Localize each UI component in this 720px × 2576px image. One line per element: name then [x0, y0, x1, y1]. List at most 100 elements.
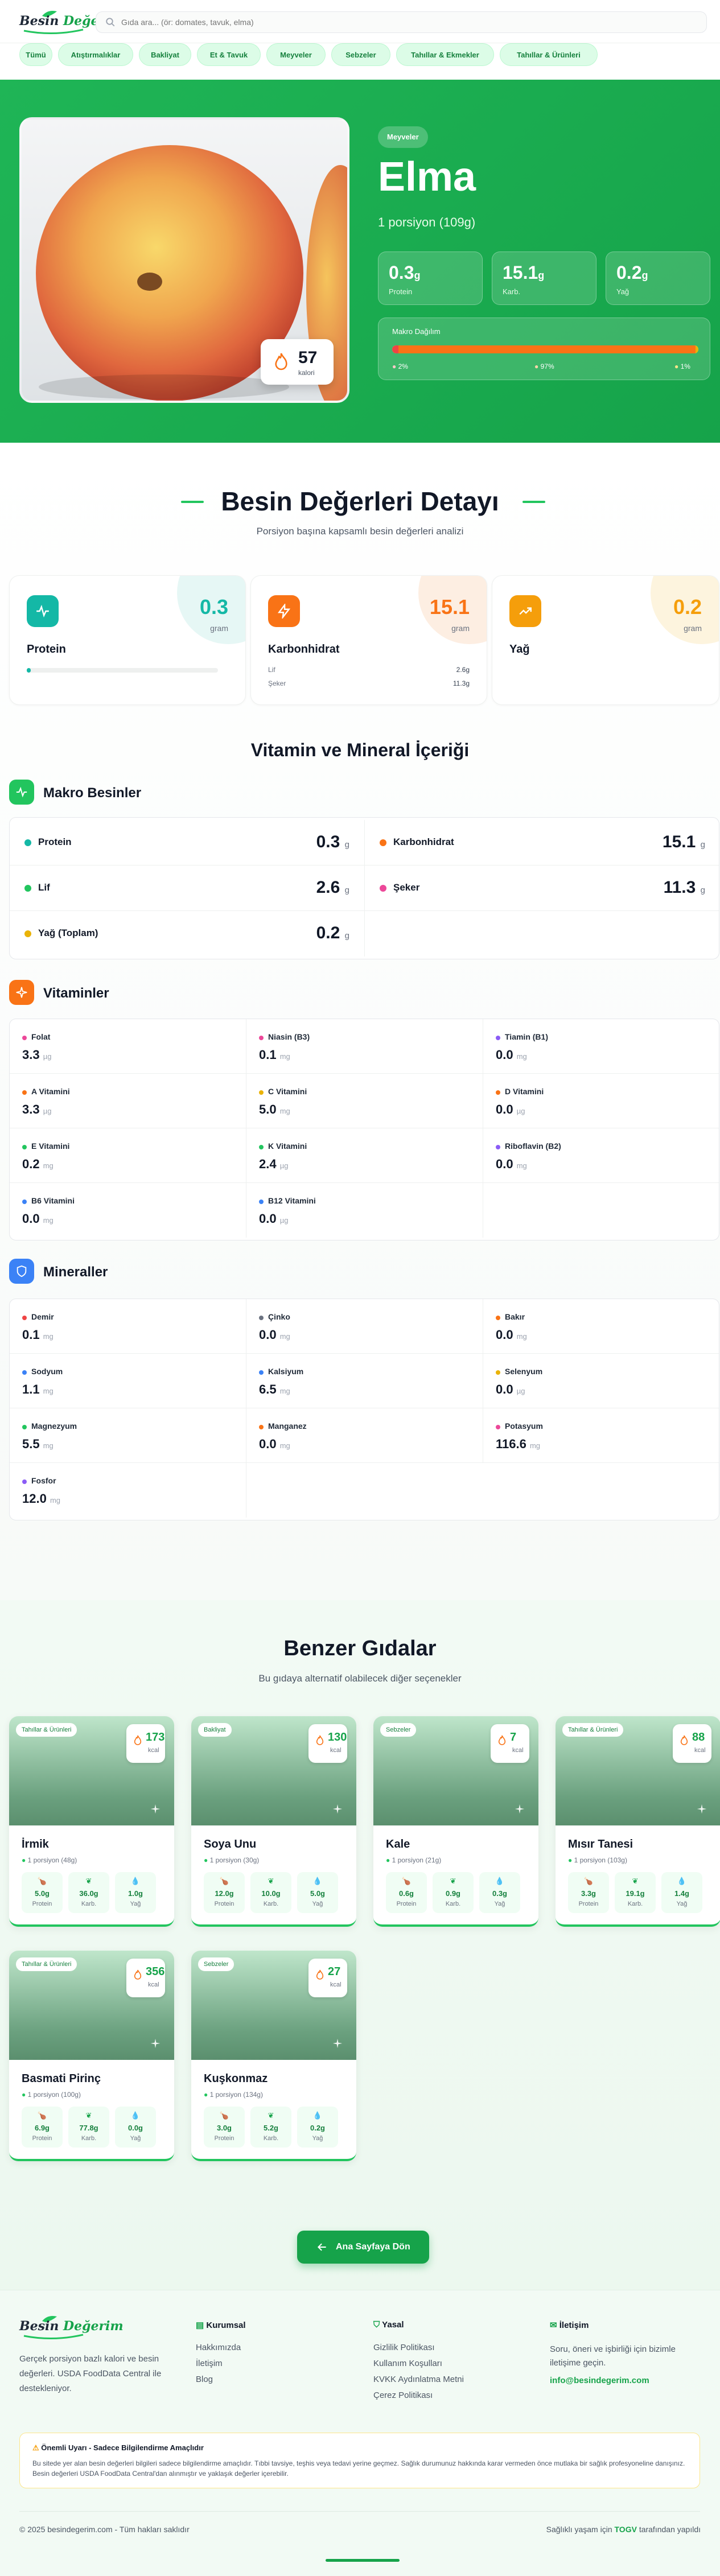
color-dot	[24, 839, 31, 846]
nutrient-card-carb: 15.1 gram Karbonhidrat Lif 2.6g Şeker 11…	[250, 575, 487, 705]
similar-food-card[interactable]: Tahıllar & Ürünleri 173 kcal İrmik ● 1 porsi…	[9, 1716, 174, 1927]
card-unit: gram	[684, 624, 702, 633]
kcal-badge: 130 kcal	[308, 1724, 347, 1763]
search-input[interactable]	[121, 12, 679, 32]
macro-value: 77.8g	[79, 2124, 98, 2132]
card-name: Karbonhidrat	[268, 643, 340, 656]
vitamin-value: 0.0	[259, 1211, 277, 1226]
color-dot	[22, 1479, 27, 1484]
macro-value: 0.6g	[398, 1889, 414, 1898]
food-macro-protein: 🍗 3.0g Protein	[204, 2107, 245, 2148]
macro-value: 5.0g	[310, 1889, 325, 1898]
vitamin-unit: mg	[516, 1161, 527, 1170]
flame-icon	[134, 1969, 142, 1980]
corporate-title: Kurumsal	[206, 2321, 246, 2330]
vitamin-unit: mg	[279, 1107, 290, 1115]
food-macro-protein: 🍗 12.0g Protein	[204, 1872, 245, 1913]
color-dot	[496, 1425, 500, 1429]
similar-food-card[interactable]: Tahıllar & Ürünleri 88 kcal Mısır Tanesi ● 1…	[556, 1716, 720, 1927]
kcal-value: 27	[328, 1965, 341, 1978]
similar-food-card[interactable]: Sebzeler 27 kcal Kuşkonmaz ● 1 porsiyon (134…	[191, 1951, 356, 2161]
dot-icon: ●	[204, 1856, 208, 1864]
vitamin-value: 0.0	[496, 1048, 513, 1062]
similar-food-card[interactable]: Bakliyat 130 kcal Soya Unu ● 1 porsiyon (30g…	[191, 1716, 356, 1927]
search-box[interactable]	[96, 11, 707, 33]
footer-link[interactable]: Çerez Politikası	[373, 2390, 433, 2400]
vitamin-value: 2.4	[259, 1157, 277, 1171]
meat-icon: 🍗	[583, 1877, 594, 1885]
macro-value: 0.3g	[492, 1889, 507, 1898]
top-navbar: Besin Değerim	[0, 0, 720, 43]
portion-text: 1 porsiyon (30g)	[209, 1856, 260, 1864]
category-pill-legumes[interactable]: Bakliyat	[139, 43, 191, 66]
footer-link[interactable]: Hakkımızda	[196, 2343, 241, 2352]
disclaimer-box: ⚠ Önemli Uyarı - Sadece Bilgilendirme Am…	[19, 2433, 700, 2488]
macro-label: Karb.	[627, 1901, 643, 1907]
mineral-name: Fosfor	[31, 1476, 56, 1485]
vitamin-value: 0.0	[22, 1211, 40, 1226]
distribution-carb-percent: ● 97%	[534, 362, 554, 370]
footer-link[interactable]: Blog	[196, 2375, 213, 2384]
food-category-tag: Tahıllar & Ürünleri	[562, 1723, 624, 1737]
color-dot	[259, 1200, 264, 1204]
macro-name: Karbonhidrat	[393, 836, 454, 847]
category-pill-grains-breads[interactable]: Tahıllar & Ekmekler	[396, 43, 494, 66]
mineral-value: 6.5	[259, 1382, 277, 1396]
similar-food-card[interactable]: Sebzeler 7 kcal Kale ● 1 porsiyon (21g) 🍗 0.6g…	[373, 1716, 538, 1927]
macro-value: 0.2g	[310, 2124, 325, 2132]
footer-link[interactable]: Gizlilik Politikası	[373, 2343, 435, 2352]
card-unit: gram	[210, 624, 228, 633]
tagline-b[interactable]: TOGV	[615, 2525, 637, 2534]
vitamin-unit: mg	[279, 1052, 290, 1061]
footer-link[interactable]: KVKK Aydınlatma Metni	[373, 2375, 464, 2384]
portion-text: 1 porsiyon (134g)	[209, 2091, 263, 2099]
macro-label: Protein	[32, 1901, 52, 1907]
sparkle-icon	[697, 1804, 707, 1814]
meat-icon: 🍗	[37, 2111, 47, 2120]
fiber-label: Lif	[268, 666, 275, 674]
card-value: 0.2	[673, 595, 702, 619]
category-pill-snacks[interactable]: Atıştırmalıklar	[58, 43, 133, 66]
vitamin-value: 5.0	[259, 1102, 277, 1116]
similar-food-card[interactable]: Tahıllar & Ürünleri 356 kcal Basmati Pirinç…	[9, 1951, 174, 2161]
food-name: Soya Unu	[204, 1838, 257, 1850]
footer-link[interactable]: Kullanım Koşulları	[373, 2359, 442, 2368]
contact-email[interactable]: info@besindegerim.com	[550, 2376, 649, 2385]
kcal-badge: 356 kcal	[126, 1959, 165, 1997]
footer-logo[interactable]: Besin Değerim	[19, 2313, 124, 2340]
category-pill-meat[interactable]: Et & Tavuk	[197, 43, 261, 66]
legal-title: Yasal	[382, 2320, 404, 2330]
macro-label: Yağ	[494, 1901, 505, 1907]
category-pill-fruits[interactable]: Meyveler	[266, 43, 326, 66]
category-tag[interactable]: Meyveler	[378, 126, 428, 148]
vitamin-name: C Vitamini	[268, 1087, 307, 1096]
sparkle-icon	[150, 2038, 161, 2049]
details-subtitle: Porsiyon başına kapsamlı besin değerleri…	[256, 526, 464, 537]
food-name: Mısır Tanesi	[568, 1838, 633, 1850]
macro-unit: g	[700, 885, 705, 895]
mineral-value: 116.6	[496, 1437, 526, 1451]
macro-name: Protein	[38, 836, 72, 847]
category-bar: Tümü Atıştırmalıklar Bakliyat Et & Tavuk…	[0, 43, 720, 80]
footer-link[interactable]: İletişim	[196, 2359, 223, 2368]
vitamin-unit: mg	[43, 1216, 54, 1225]
home-button[interactable]: Ana Sayfaya Dön	[297, 2231, 429, 2264]
kcal-badge: 173 kcal	[126, 1724, 165, 1763]
mineral-cell: Selenyum 0.0 µg	[483, 1354, 719, 1408]
category-pill-grains-products[interactable]: Tahıllar & Ürünleri	[500, 43, 598, 66]
food-title: Elma	[378, 154, 476, 200]
macro-value: 0.3	[316, 832, 340, 851]
vitamin-value: 3.3	[22, 1048, 40, 1062]
footer: Besin Değerim Gerçek porsiyon bazlı kalo…	[0, 2290, 720, 2576]
macro-label: Yağ	[676, 1901, 688, 1907]
category-pill-vegetables[interactable]: Sebzeler	[331, 43, 390, 66]
macro-value: 15.1	[662, 832, 696, 851]
food-category-tag: Sebzeler	[380, 1723, 417, 1737]
color-dot	[496, 1316, 500, 1320]
trend-up-icon	[509, 595, 541, 627]
site-logo[interactable]: Besin Değerim	[19, 8, 124, 35]
mail-icon: ✉	[550, 2321, 557, 2330]
color-dot	[22, 1200, 27, 1204]
drop-icon: 💧	[312, 1877, 323, 1885]
category-pill-all[interactable]: Tümü	[19, 43, 52, 66]
